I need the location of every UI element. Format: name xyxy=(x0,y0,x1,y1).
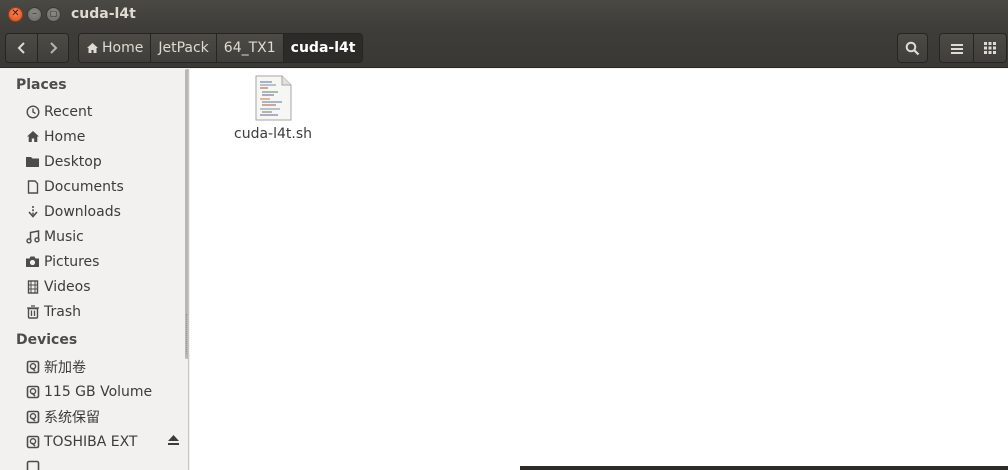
view-options xyxy=(939,33,1007,63)
sidebar-item-label: Desktop xyxy=(44,153,102,170)
chevron-right-icon xyxy=(50,41,58,54)
back-button[interactable] xyxy=(6,33,37,62)
navigation-buttons xyxy=(5,32,69,63)
grid-icon xyxy=(984,42,996,54)
sidebar-item-videos[interactable]: Videos xyxy=(0,274,188,299)
sidebar-item-downloads[interactable]: Downloads xyxy=(0,199,188,224)
shell-script-icon xyxy=(255,75,292,121)
download-icon xyxy=(25,204,40,219)
sidebar-item-desktop[interactable]: Desktop xyxy=(0,149,188,174)
close-window-button[interactable]: ✕ xyxy=(8,6,23,22)
sidebar-item-label: 新加卷 xyxy=(44,359,86,376)
places-heading: Places xyxy=(16,77,67,93)
sidebar-item-label: Trash xyxy=(44,303,81,320)
sidebar-item-label: Music xyxy=(44,228,84,245)
sidebar-item-label: 系统保留 xyxy=(44,409,100,426)
grid-view-button[interactable] xyxy=(973,34,1006,62)
film-icon xyxy=(25,279,40,294)
trash-icon xyxy=(25,304,40,319)
sidebar-item-label: Pictures xyxy=(44,253,100,270)
devices-heading: Devices xyxy=(16,332,78,348)
folder-icon xyxy=(25,154,40,169)
sidebar-item-recent[interactable]: Recent xyxy=(0,99,188,124)
chevron-left-icon xyxy=(17,41,25,54)
breadcrumb-label: 64_TX1 xyxy=(223,39,276,56)
sidebar-item-documents[interactable]: Documents xyxy=(0,174,188,199)
sidebar-item-label: Videos xyxy=(44,278,91,295)
search-icon xyxy=(905,41,920,55)
drive-icon xyxy=(25,459,40,470)
sidebar-item-device-partial[interactable] xyxy=(0,454,188,470)
sidebar-item-pictures[interactable]: Pictures xyxy=(0,249,188,274)
window-titlebar: ✕ – ▢ cuda-l4t xyxy=(0,0,1008,28)
file-item[interactable]: cuda-l4t.sh xyxy=(230,75,316,142)
file-view: cuda-l4t.sh xyxy=(190,69,1008,470)
forward-button[interactable] xyxy=(37,33,68,62)
sidebar-item-label: Documents xyxy=(44,178,124,195)
sidebar-item-label: Recent xyxy=(44,103,93,120)
sidebar-item-device-2[interactable]: 115 GB Volume xyxy=(0,379,188,404)
breadcrumb-label: Home xyxy=(102,39,144,56)
close-icon: ✕ xyxy=(11,8,20,19)
minimize-window-button[interactable]: – xyxy=(27,6,42,22)
sidebar-item-label: Downloads xyxy=(44,203,121,220)
window-bottom-edge xyxy=(520,466,1008,470)
breadcrumb-label: JetPack xyxy=(158,39,209,56)
breadcrumb-cuda-l4t[interactable]: cuda-l4t xyxy=(282,33,363,62)
clock-icon xyxy=(25,104,40,119)
drive-icon xyxy=(25,409,40,424)
drive-icon xyxy=(25,384,40,399)
document-icon xyxy=(25,179,40,194)
sidebar-item-label: TOSHIBA EXT xyxy=(44,433,138,450)
breadcrumb: Home JetPack 64_TX1 cuda-l4t xyxy=(78,32,364,63)
list-view-button[interactable] xyxy=(940,34,973,62)
home-icon xyxy=(86,42,99,54)
music-icon xyxy=(25,229,40,244)
sidebar-item-label: 115 GB Volume xyxy=(44,383,153,400)
eject-icon[interactable] xyxy=(167,434,180,450)
toolbar: Home JetPack 64_TX1 cuda-l4t xyxy=(0,28,1008,68)
window-controls: ✕ – ▢ xyxy=(8,6,61,22)
sidebar-resize-handle[interactable] xyxy=(186,314,188,354)
drive-icon xyxy=(25,359,40,374)
search-button[interactable] xyxy=(897,33,928,63)
sidebar-item-home[interactable]: Home xyxy=(0,124,188,149)
sidebar: Places Recent Home Desktop Documents Dow… xyxy=(0,69,189,470)
sidebar-item-device-4[interactable]: TOSHIBA EXT xyxy=(0,429,188,454)
sidebar-item-device-1[interactable]: 新加卷 xyxy=(0,354,188,379)
sidebar-item-music[interactable]: Music xyxy=(0,224,188,249)
minimize-icon: – xyxy=(32,8,37,19)
home-icon xyxy=(25,129,40,144)
sidebar-item-trash[interactable]: Trash xyxy=(0,299,188,324)
camera-icon xyxy=(25,254,40,269)
sidebar-item-device-3[interactable]: 系统保留 xyxy=(0,404,188,429)
file-name: cuda-l4t.sh xyxy=(234,126,312,142)
list-icon xyxy=(950,43,963,54)
breadcrumb-home[interactable]: Home xyxy=(79,33,151,62)
breadcrumb-jetpack[interactable]: JetPack xyxy=(150,33,216,62)
breadcrumb-64-tx1[interactable]: 64_TX1 xyxy=(215,33,283,62)
sidebar-item-label: Home xyxy=(44,128,86,145)
maximize-window-button[interactable]: ▢ xyxy=(46,6,61,22)
window-title: cuda-l4t xyxy=(71,6,136,22)
drive-icon xyxy=(25,434,40,449)
breadcrumb-label: cuda-l4t xyxy=(290,39,356,56)
maximize-icon: ▢ xyxy=(49,9,58,18)
